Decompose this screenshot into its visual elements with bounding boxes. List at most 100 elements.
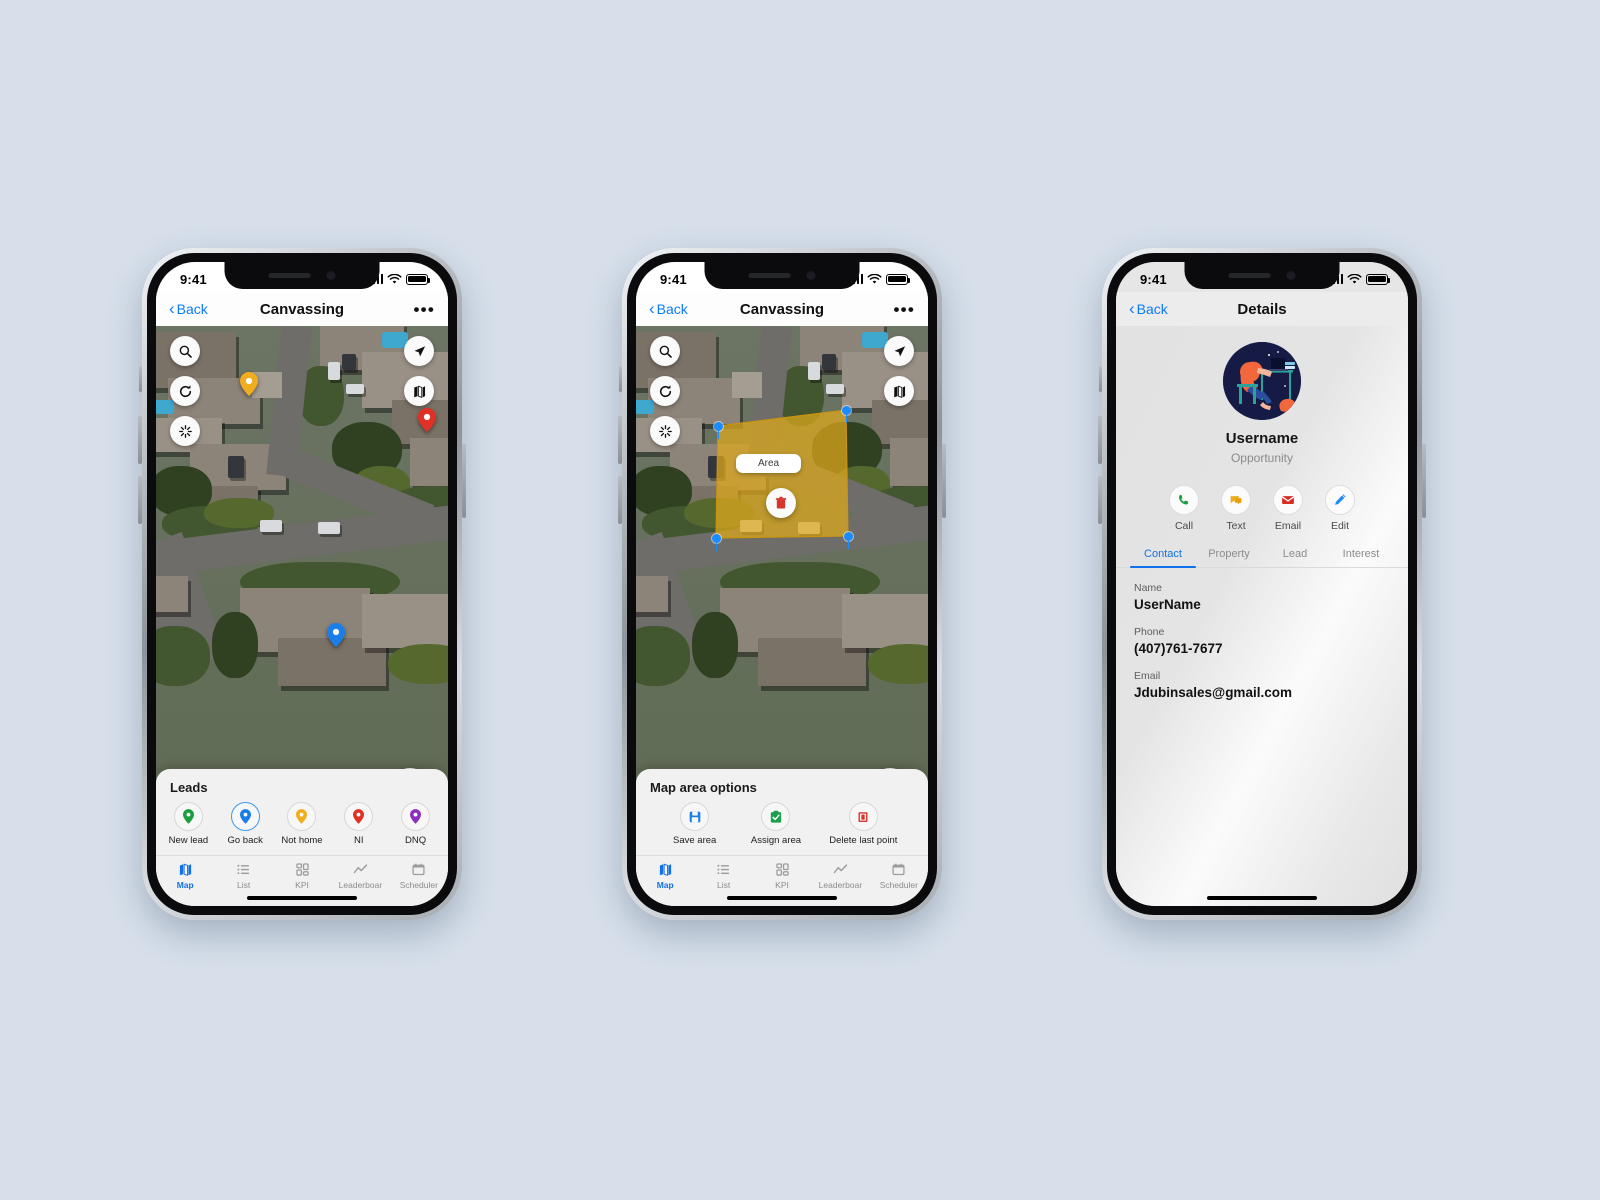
power-button[interactable] (1422, 444, 1426, 518)
profile-subtitle: Opportunity (1230, 451, 1294, 465)
map-area-options-sheet: Map area options Save area Assign area D… (636, 769, 928, 906)
tab-scheduler[interactable]: Scheduler (390, 862, 448, 890)
volume-down-button[interactable] (138, 476, 142, 524)
area-vertex-handle[interactable] (712, 534, 721, 551)
lead-option-ni[interactable]: NI (331, 802, 387, 846)
text-button[interactable]: Text (1221, 485, 1251, 532)
tab-kpi[interactable]: KPI (273, 862, 331, 890)
lead-option-go-back[interactable]: Go back (217, 802, 273, 846)
map-layers-button[interactable] (404, 376, 434, 406)
assign-area-button[interactable]: Assign area (736, 802, 816, 846)
notch (224, 262, 380, 289)
refresh-icon (179, 384, 191, 397)
notch (704, 262, 860, 289)
area-chip-label[interactable]: Area (736, 454, 802, 473)
pin-icon (410, 809, 422, 824)
volume-up-button[interactable] (1098, 416, 1102, 464)
screenshot-stage: 9:41 ‹ Back Canvassing ••• Leads New lea… (0, 0, 1600, 1200)
navigation-bar: ‹ Back Canvassing ••• (156, 292, 448, 326)
loading-button[interactable] (170, 416, 200, 446)
earpiece-speaker (1228, 273, 1271, 278)
tab-property[interactable]: Property (1196, 548, 1262, 567)
tab-map[interactable]: Map (636, 862, 694, 890)
area-vertex-handle[interactable] (714, 422, 723, 439)
more-options-button[interactable]: ••• (894, 301, 915, 318)
map-pin-not-home[interactable] (240, 372, 258, 396)
tab-label: Map (656, 880, 674, 890)
tab-map[interactable]: Map (156, 862, 214, 890)
tab-kpi[interactable]: KPI (753, 862, 811, 890)
list-icon (717, 864, 730, 875)
call-button[interactable]: Call (1169, 485, 1199, 532)
tab-lead[interactable]: Lead (1262, 548, 1328, 567)
delete-icon (858, 811, 868, 822)
trash-icon (775, 496, 787, 509)
tab-interest[interactable]: Interest (1328, 548, 1394, 567)
power-button[interactable] (462, 444, 466, 518)
earpiece-speaker (268, 273, 311, 278)
tab-scheduler[interactable]: Scheduler (870, 862, 928, 890)
phone-canvassing-leads: 9:41 ‹ Back Canvassing ••• Leads New lea… (138, 248, 466, 920)
grid-icon (295, 863, 309, 876)
edit-button[interactable]: Edit (1325, 485, 1355, 532)
quick-actions: Call Text Email Edit (1116, 485, 1408, 532)
email-button[interactable]: Email (1273, 485, 1303, 532)
navigation-bar: ‹ Back Details (1116, 292, 1408, 326)
map-pin-go-back[interactable] (327, 623, 345, 647)
back-button[interactable]: ‹ Back (649, 300, 688, 318)
area-vertex-handle[interactable] (844, 532, 853, 549)
mute-switch[interactable] (1099, 366, 1102, 392)
tab-list[interactable]: List (694, 862, 752, 890)
map-pin-ni[interactable] (418, 408, 436, 432)
option-label: Delete last point (829, 835, 898, 846)
front-camera (806, 271, 816, 280)
mute-switch[interactable] (619, 366, 622, 392)
tab-list[interactable]: List (214, 862, 272, 890)
back-button[interactable]: ‹ Back (169, 300, 208, 318)
icon-wrap (761, 802, 791, 831)
phone-icon (1179, 494, 1189, 505)
map-icon (179, 863, 191, 877)
mute-switch[interactable] (139, 366, 142, 392)
area-polygon[interactable] (636, 326, 928, 746)
power-button[interactable] (942, 444, 946, 518)
tab-contact[interactable]: Contact (1130, 548, 1196, 568)
home-indicator[interactable] (1207, 896, 1317, 900)
status-time: 9:41 (180, 271, 207, 287)
navigate-icon (414, 345, 425, 356)
delete-last-point-button[interactable]: Delete last point (817, 802, 909, 846)
icon-wrap (1169, 485, 1199, 515)
icon-wrap (1325, 485, 1355, 515)
more-options-button[interactable]: ••• (414, 301, 435, 318)
pin-icon (182, 809, 194, 824)
tab-leaderboard[interactable]: Leaderboar (811, 862, 869, 890)
navigation-bar: ‹ Back Canvassing ••• (636, 292, 928, 326)
lead-option-dnq[interactable]: DNQ (388, 802, 444, 846)
lead-option-label: Go back (227, 835, 263, 846)
field-value-email[interactable]: Jdubinsales@gmail.com (1134, 685, 1390, 700)
tab-leaderboard[interactable]: Leaderboar (331, 862, 389, 890)
action-label: Email (1274, 520, 1302, 532)
refresh-button[interactable] (170, 376, 200, 406)
search-button[interactable] (170, 336, 200, 366)
map-layers-icon (413, 385, 425, 398)
save-area-button[interactable]: Save area (655, 802, 735, 846)
navigate-button[interactable] (404, 336, 434, 366)
loading-spinner-icon (178, 424, 192, 438)
volume-down-button[interactable] (1098, 476, 1102, 524)
lead-option-not-home[interactable]: Not home (274, 802, 330, 846)
tab-label: KPI (775, 880, 789, 890)
field-value-phone[interactable]: (407)761-7677 (1134, 641, 1390, 656)
volume-down-button[interactable] (618, 476, 622, 524)
wifi-icon (1347, 273, 1362, 284)
tab-label: Leaderboar (338, 880, 383, 890)
lead-option-new-lead[interactable]: New lead (160, 802, 216, 846)
home-indicator[interactable] (247, 896, 357, 900)
volume-up-button[interactable] (138, 416, 142, 464)
volume-up-button[interactable] (618, 416, 622, 464)
back-button[interactable]: ‹ Back (1129, 300, 1168, 318)
area-vertex-handle[interactable] (842, 406, 851, 423)
delete-area-button[interactable] (766, 488, 796, 518)
envelope-icon (1281, 496, 1295, 505)
home-indicator[interactable] (727, 896, 837, 900)
